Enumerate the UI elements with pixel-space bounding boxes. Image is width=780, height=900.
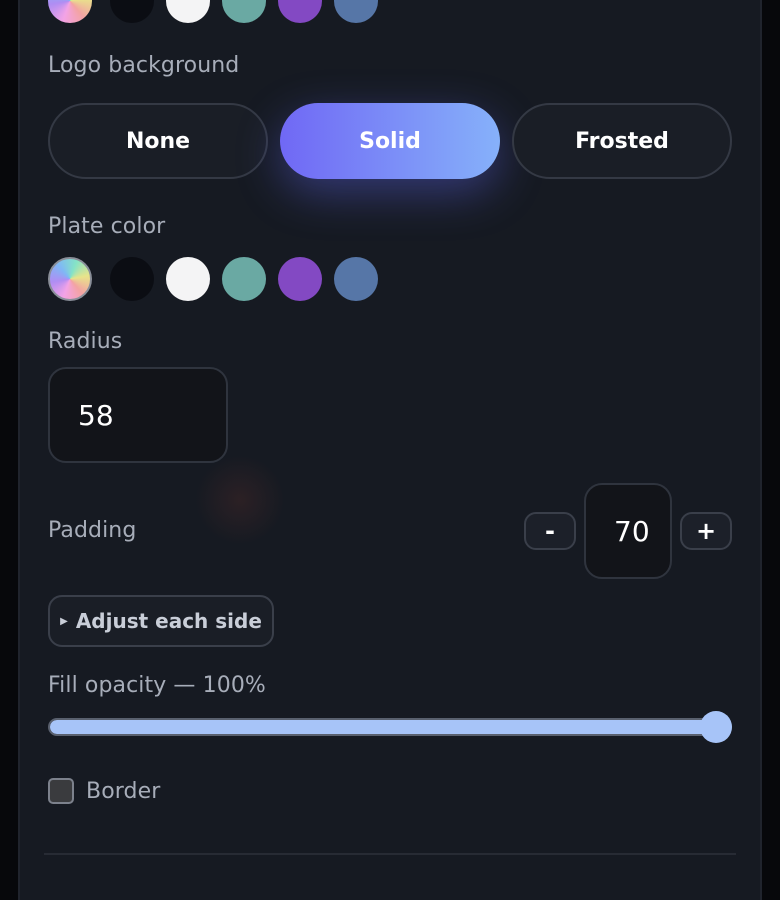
padding-label: Padding: [48, 518, 137, 543]
padding-increment-button[interactable]: +: [680, 512, 732, 550]
plate-swatch-teal[interactable]: [222, 257, 266, 301]
fill-opacity-slider-fill: [50, 720, 730, 734]
border-checkbox[interactable]: [48, 778, 74, 804]
plate-swatch-slate-blue[interactable]: [334, 257, 378, 301]
plate-color-label: Plate color: [48, 214, 166, 239]
border-label: Border: [86, 779, 161, 804]
logo-bg-none-button[interactable]: None: [48, 103, 268, 179]
plate-swatch-purple[interactable]: [278, 257, 322, 301]
triangle-right-icon: ▶: [60, 615, 68, 627]
padding-decrement-button[interactable]: -: [524, 512, 576, 550]
logo-bg-solid-button[interactable]: Solid: [280, 103, 500, 179]
adjust-each-side-label: Adjust each side: [75, 609, 262, 633]
section-divider: [44, 853, 736, 855]
fill-opacity-slider-track[interactable]: [48, 718, 732, 736]
radius-input[interactable]: 58: [48, 367, 228, 463]
fill-opacity-label: Fill opacity — 100%: [48, 673, 266, 698]
plate-swatch-black[interactable]: [110, 257, 154, 301]
padding-input[interactable]: 70: [584, 483, 672, 579]
plate-swatch-white[interactable]: [166, 257, 210, 301]
fill-opacity-slider-thumb[interactable]: [700, 711, 732, 743]
logo-bg-frosted-button[interactable]: Frosted: [512, 103, 732, 179]
logo-background-label: Logo background: [48, 53, 240, 78]
adjust-each-side-button[interactable]: ▶ Adjust each side: [48, 595, 274, 647]
cursor-glow: [195, 455, 285, 545]
plate-swatch-rainbow[interactable]: [48, 257, 92, 301]
radius-label: Radius: [48, 329, 123, 354]
